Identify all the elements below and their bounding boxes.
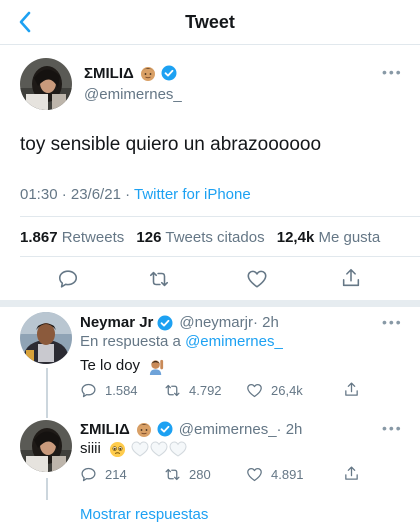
retweets-count[interactable]: 1.867	[20, 229, 58, 246]
in-reply-to: En respuesta a @emimernes_	[80, 333, 283, 350]
share-button[interactable]	[343, 465, 368, 482]
verified-badge-icon	[161, 65, 177, 81]
author-handle[interactable]: @neymarjr	[179, 314, 253, 331]
avatar[interactable]	[20, 58, 72, 110]
like-icon[interactable]	[246, 268, 268, 290]
retweet-count: 280	[189, 467, 211, 482]
tweet-timestamp: 01:30 · 23/6/21 ·	[20, 186, 134, 203]
avatar[interactable]	[20, 420, 72, 472]
author-name[interactable]: ΣMILIΔ	[84, 65, 134, 82]
thread-line	[46, 478, 48, 500]
tweet-text: toy sensible quiero un abrazoooooo	[20, 134, 322, 155]
white-heart-icon	[150, 441, 168, 457]
more-options-icon[interactable]: •••	[382, 314, 403, 330]
tweet-stats: 1.867 Retweets 126 Tweets citados 12,4k …	[20, 229, 380, 246]
section-separator	[0, 300, 420, 307]
share-button[interactable]	[343, 381, 368, 398]
reply-text: siiii	[80, 440, 187, 458]
author-name[interactable]: ΣMILIΔ	[80, 421, 130, 438]
like-count: 26,4k	[271, 383, 303, 398]
show-replies-link[interactable]: Mostrar respuestas	[80, 506, 208, 523]
author-handle[interactable]: @emimernes_	[84, 86, 182, 103]
reply-body: Te lo doy	[80, 357, 141, 374]
author-handle[interactable]: @emimernes_	[179, 421, 277, 438]
reply-icon[interactable]	[57, 268, 79, 290]
retweet-button[interactable]: 4.792	[164, 382, 222, 399]
share-icon[interactable]	[340, 267, 362, 289]
reply-count: 1.584	[105, 383, 138, 398]
like-button[interactable]: 4.891	[246, 466, 304, 483]
author-row: ΣMILIΔ	[84, 64, 177, 82]
tweet-source-link[interactable]: Twitter for iPhone	[134, 186, 251, 203]
child-emoji-icon	[135, 420, 153, 438]
likes-count[interactable]: 12,4k	[277, 229, 315, 246]
reply-button[interactable]: 1.584	[80, 382, 138, 399]
child-emoji-icon	[139, 64, 157, 82]
tweet-meta: 01:30 · 23/6/21 · Twitter for iPhone	[20, 186, 251, 203]
retweet-button[interactable]: 280	[164, 466, 211, 483]
tweet-action-bar	[0, 264, 420, 294]
white-hearts	[130, 441, 187, 457]
in-reply-handle-link[interactable]: @emimernes_	[185, 333, 283, 350]
stats-divider	[20, 256, 420, 257]
likes-label[interactable]: Me gusta	[318, 229, 380, 246]
pleading-face-icon	[109, 441, 126, 458]
quotes-label[interactable]: Tweets citados	[165, 229, 264, 246]
more-options-icon[interactable]: •••	[382, 64, 403, 80]
thread-line	[46, 368, 48, 418]
meta-divider	[20, 216, 420, 217]
reply-author-row: ΣMILIΔ @emimernes_ · 2h	[80, 420, 302, 438]
verified-badge-icon	[157, 315, 173, 331]
verified-badge-icon	[157, 421, 173, 437]
reply-count: 214	[105, 467, 127, 482]
reply-body: siiii	[80, 440, 101, 457]
reply-button[interactable]: 214	[80, 466, 127, 483]
reply-author-row: Neymar Jr @neymarjr · 2h	[80, 314, 279, 331]
author-name[interactable]: Neymar Jr	[80, 314, 153, 331]
quotes-count[interactable]: 126	[136, 229, 161, 246]
page-title: Tweet	[185, 12, 235, 32]
retweets-label[interactable]: Retweets	[62, 229, 125, 246]
retweet-icon[interactable]	[148, 268, 170, 290]
like-button[interactable]: 26,4k	[246, 382, 303, 399]
reply-time: · 2h	[276, 420, 303, 438]
reply-time: · 2h	[252, 314, 279, 331]
reply-text: Te lo doy	[80, 357, 165, 375]
retweet-count: 4.792	[189, 383, 222, 398]
person-raising-hand-icon	[148, 358, 165, 375]
white-heart-icon	[131, 441, 149, 457]
in-reply-label: En respuesta a	[80, 333, 186, 350]
like-count: 4.891	[271, 467, 304, 482]
avatar[interactable]	[20, 312, 72, 364]
white-heart-icon	[169, 441, 187, 457]
header-divider	[0, 44, 420, 45]
more-options-icon[interactable]: •••	[382, 420, 403, 436]
top-bar: Tweet	[0, 0, 420, 44]
